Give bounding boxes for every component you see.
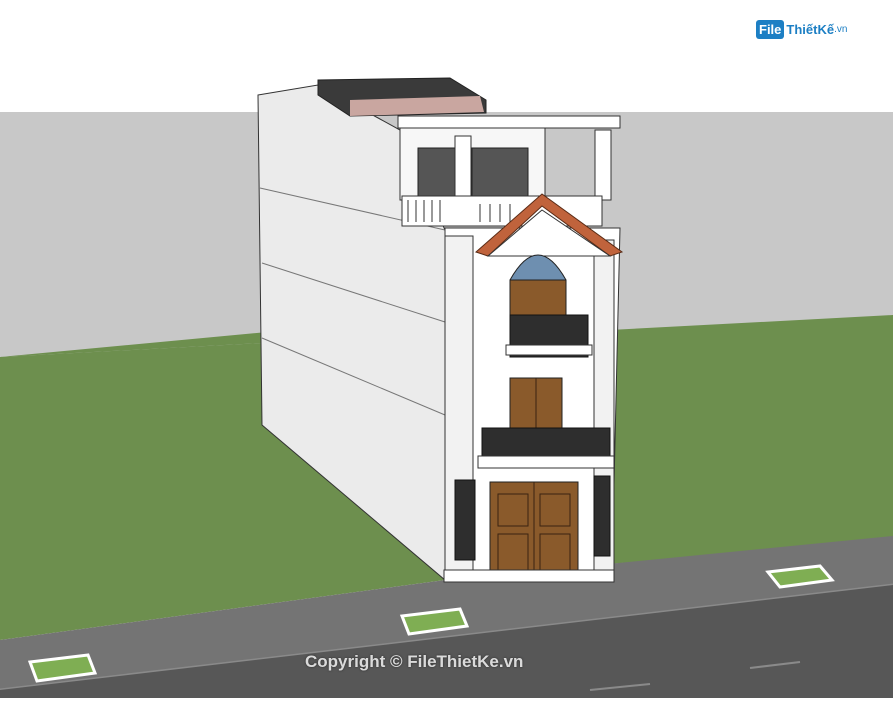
copyright-watermark: Copyright © FileThietKe.vn bbox=[305, 652, 524, 671]
balcony-slab bbox=[505, 344, 593, 356]
ground-pillar-panel bbox=[593, 475, 611, 557]
ground-pillar-panel bbox=[454, 479, 476, 561]
render-canvas bbox=[0, 0, 893, 698]
base-step bbox=[443, 569, 615, 583]
top-cornice bbox=[397, 115, 621, 129]
upper-door bbox=[509, 279, 567, 321]
column bbox=[594, 129, 612, 201]
file-logo-icon: File bbox=[756, 19, 785, 39]
logo-suffix: .vn bbox=[834, 23, 848, 35]
sketchup-house-render: File ThiếtKế .vn Copyright © FileThietKe… bbox=[0, 0, 893, 698]
filethietke-logo: File ThiếtKế .vn bbox=[756, 14, 864, 44]
top-window bbox=[471, 147, 529, 197]
logo-name: ThiếtKế bbox=[786, 21, 835, 37]
lower-balcony-slab bbox=[477, 455, 615, 469]
top-window bbox=[417, 147, 459, 197]
